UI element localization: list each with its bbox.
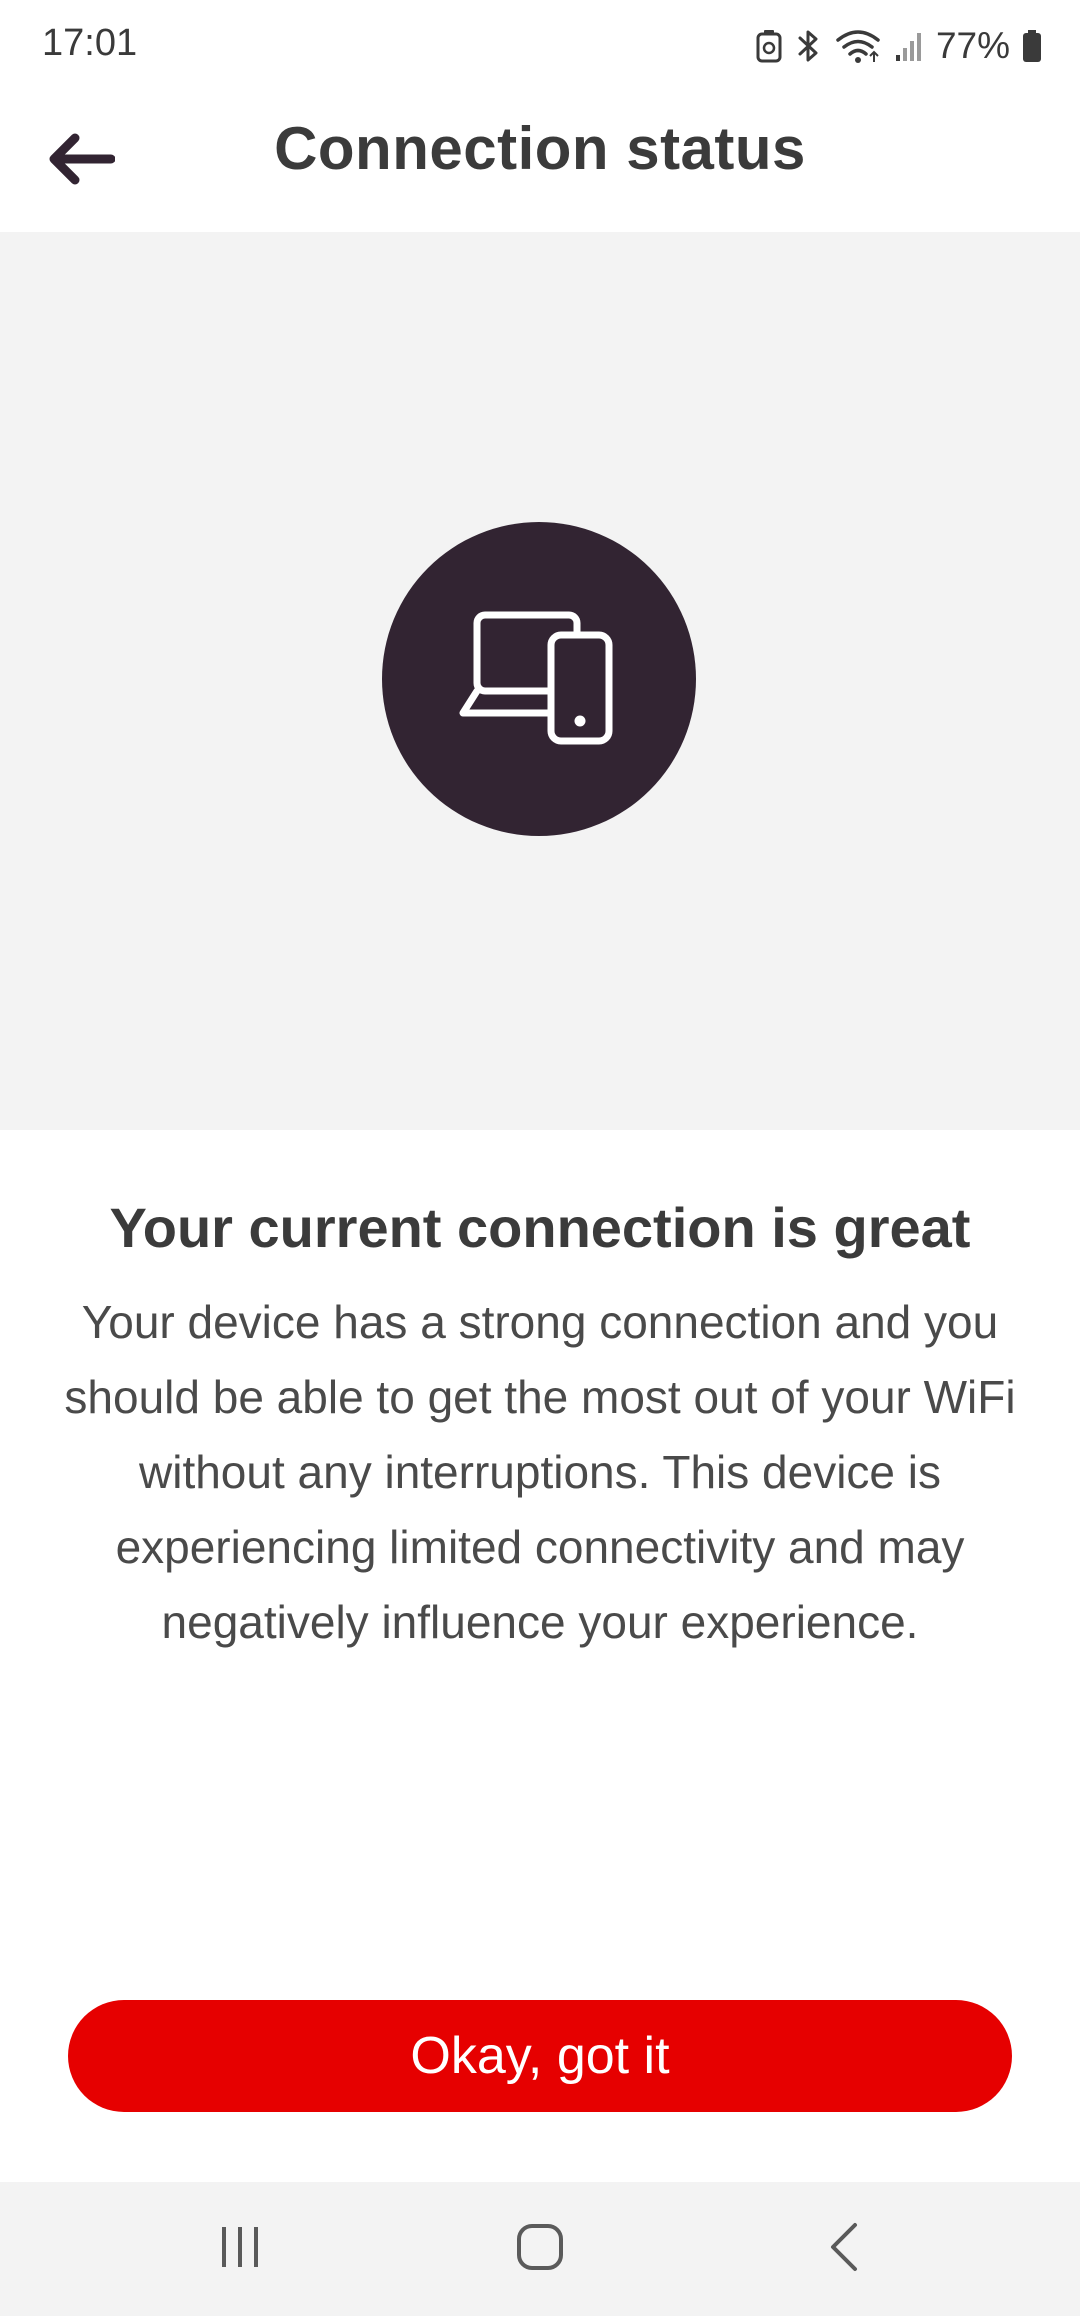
status-time: 17:01 (42, 22, 138, 64)
hero-panel (0, 232, 1080, 1130)
wifi-icon (834, 28, 882, 64)
connection-message: Your current connection is great Your de… (60, 1190, 1020, 1660)
system-nav-bar (0, 2182, 1080, 2316)
cellular-signal-icon (894, 29, 924, 63)
description: Your device has a strong connection and … (64, 1296, 1016, 1648)
recent-apps-button[interactable] (180, 2214, 300, 2284)
device-illustration (382, 522, 696, 836)
nav-back-button[interactable] (784, 2214, 904, 2284)
home-icon (516, 2223, 564, 2276)
recent-apps-icon (216, 2225, 264, 2274)
okay-got-it-button[interactable]: Okay, got it (68, 2000, 1012, 2112)
page-title: Connection status (274, 115, 806, 182)
status-icons: 77% (756, 24, 1042, 68)
battery-icon (1022, 29, 1042, 63)
status-bar: 17:01 77% (0, 0, 1080, 92)
back-icon (827, 2222, 861, 2277)
battery-percent: 77% (935, 25, 1010, 66)
bluetooth-icon (794, 28, 822, 64)
laptop-phone-icon (459, 607, 619, 752)
home-button[interactable] (480, 2214, 600, 2284)
app-header: Connection status (0, 92, 1080, 232)
headline: Your current connection is great (109, 1196, 971, 1259)
battery-saver-icon (756, 29, 782, 63)
